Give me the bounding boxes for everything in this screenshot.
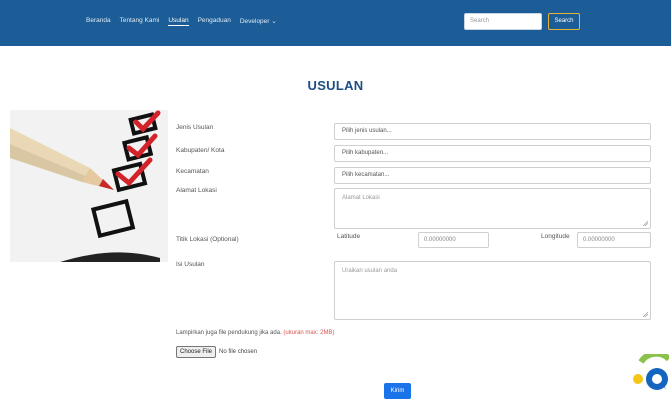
isi-usulan-textarea[interactable]: Uraikan usulan anda [334, 261, 651, 320]
kabupaten-select[interactable]: Pilih kabupaten... [334, 145, 651, 162]
latitude-label: Latitude [337, 233, 361, 240]
kecamatan-label: Kecamatan [176, 168, 209, 175]
longitude-input[interactable]: 0.00000000 [577, 232, 651, 248]
lampiran-size-hint: (ukuran max: 2MB) [283, 330, 335, 336]
chat-icon [633, 350, 671, 390]
resize-grip-icon[interactable] [643, 221, 648, 226]
file-upload: Choose File No file chosen [176, 346, 257, 358]
kabupaten-label: Kabupaten/ Kota [176, 147, 225, 154]
submit-button[interactable]: Kirim [384, 383, 411, 399]
search-button[interactable]: Search [548, 13, 580, 30]
titik-lokasi-label: Titik Lokasi (Optional) [176, 236, 239, 243]
lampiran-label: Lampirkan juga file pendukung jika ada. [176, 330, 282, 336]
jenis-usulan-select[interactable]: Pilih jenis usulan... [334, 123, 651, 140]
kecamatan-select[interactable]: Pilih kecamatan... [334, 167, 651, 184]
alamat-lokasi-placeholder: Alamat Lokasi [342, 195, 380, 201]
jenis-usulan-label: Jenis Usulan [176, 124, 214, 131]
nav-link-developer[interactable]: Developer ⌄ [240, 17, 277, 26]
chat-widget[interactable] [629, 350, 671, 394]
alamat-lokasi-textarea[interactable]: Alamat Lokasi [334, 188, 651, 229]
longitude-label: Longitude [541, 233, 570, 240]
nav-link-tentang-kami[interactable]: Tentang Kami [120, 17, 160, 26]
alamat-lokasi-label: Alamat Lokasi [176, 187, 217, 194]
top-navbar: Beranda Tentang Kami Usulan Pengaduan De… [0, 0, 671, 46]
search-input[interactable]: Search [464, 13, 542, 30]
nav-link-beranda[interactable]: Beranda [86, 17, 111, 26]
checklist-illustration [10, 110, 168, 262]
isi-usulan-label: Isi Usulan [176, 261, 205, 268]
page-title: USULAN [307, 78, 364, 93]
choose-file-button[interactable]: Choose File [176, 346, 217, 358]
lampiran-note: Lampirkan juga file pendukung jika ada. … [176, 330, 334, 336]
latitude-input[interactable]: 0.00000000 [418, 232, 489, 248]
resize-grip-icon[interactable] [643, 312, 648, 317]
nav-links: Beranda Tentang Kami Usulan Pengaduan De… [86, 17, 277, 26]
file-status-text: No file chosen [219, 349, 258, 355]
isi-usulan-placeholder: Uraikan usulan anda [342, 268, 398, 274]
nav-link-pengaduan[interactable]: Pengaduan [198, 17, 231, 26]
nav-link-usulan[interactable]: Usulan [168, 17, 189, 26]
